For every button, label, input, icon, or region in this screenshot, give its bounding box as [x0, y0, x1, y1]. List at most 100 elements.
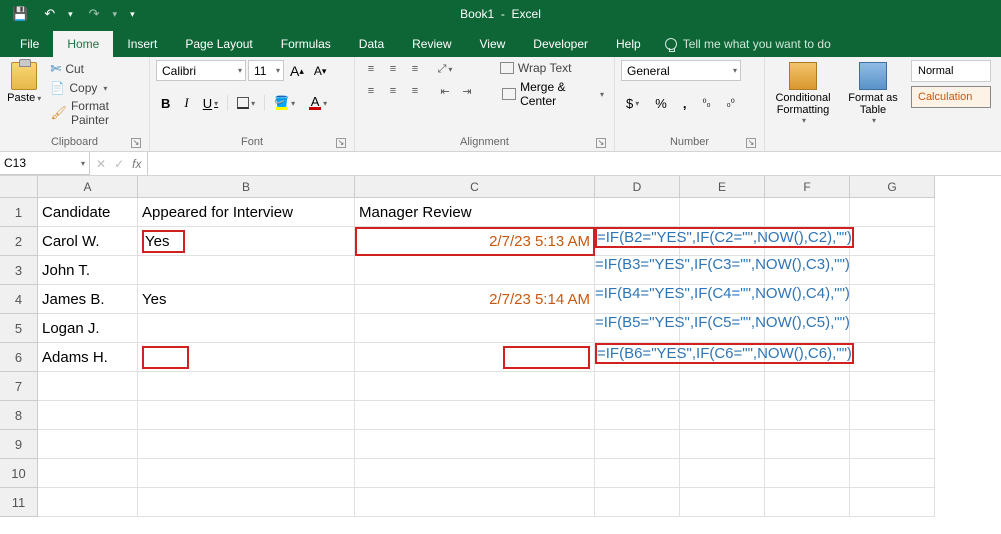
cell-f10[interactable] — [765, 459, 850, 488]
cell-c9[interactable] — [355, 430, 595, 459]
cell-c10[interactable] — [355, 459, 595, 488]
border-button[interactable]: ▾ — [232, 94, 260, 112]
cell-a3[interactable]: John T. — [38, 256, 138, 285]
italic-button[interactable]: I — [179, 92, 193, 114]
bold-button[interactable]: B — [156, 93, 175, 114]
enter-formula-icon[interactable]: ✓ — [114, 157, 124, 171]
worksheet-grid[interactable]: A B C D E F G 1 Candidate Appeared for I… — [0, 176, 1001, 534]
cancel-formula-icon[interactable]: ✕ — [96, 157, 106, 171]
cell-f11[interactable] — [765, 488, 850, 517]
cell-c8[interactable] — [355, 401, 595, 430]
cell-g5[interactable] — [850, 314, 935, 343]
row-header-9[interactable]: 9 — [0, 430, 38, 459]
cell-c7[interactable] — [355, 372, 595, 401]
cell-g6[interactable] — [850, 343, 935, 372]
cell-f9[interactable] — [765, 430, 850, 459]
number-launcher[interactable]: ↘ — [746, 138, 756, 148]
format-as-table-button[interactable]: Format as Table▾ — [841, 60, 905, 125]
undo-menu[interactable]: ▾ — [64, 7, 77, 22]
col-header-f[interactable]: F — [765, 176, 850, 198]
row-header-4[interactable]: 4 — [0, 285, 38, 314]
tell-me-search[interactable]: Tell me what you want to do — [655, 31, 841, 57]
cell-e9[interactable] — [680, 430, 765, 459]
cell-d9[interactable] — [595, 430, 680, 459]
cell-b5[interactable] — [138, 314, 355, 343]
cell-b9[interactable] — [138, 430, 355, 459]
cell-e7[interactable] — [680, 372, 765, 401]
redo-menu[interactable]: ▾ — [109, 7, 122, 22]
cell-f1[interactable] — [765, 198, 850, 227]
font-name-combo[interactable]: Calibri▾ — [156, 60, 246, 81]
row-header-1[interactable]: 1 — [0, 198, 38, 227]
select-all-corner[interactable] — [0, 176, 38, 198]
alignment-launcher[interactable]: ↘ — [596, 138, 606, 148]
cell-c6[interactable] — [355, 343, 595, 372]
align-right-button[interactable]: ≡ — [405, 82, 425, 100]
tab-home[interactable]: Home — [53, 31, 113, 57]
cell-a9[interactable] — [38, 430, 138, 459]
cell-e8[interactable] — [680, 401, 765, 430]
col-header-b[interactable]: B — [138, 176, 355, 198]
align-left-button[interactable]: ≡ — [361, 82, 381, 100]
cell-c11[interactable] — [355, 488, 595, 517]
cell-g7[interactable] — [850, 372, 935, 401]
merge-center-button[interactable]: Merge & Center▾ — [498, 78, 608, 110]
col-header-a[interactable]: A — [38, 176, 138, 198]
fx-icon[interactable]: fx — [132, 157, 141, 171]
cell-d11[interactable] — [595, 488, 680, 517]
col-header-g[interactable]: G — [850, 176, 935, 198]
cell-a4[interactable]: James B. — [38, 285, 138, 314]
cell-a11[interactable] — [38, 488, 138, 517]
tab-review[interactable]: Review — [398, 31, 465, 57]
cell-a10[interactable] — [38, 459, 138, 488]
tab-file[interactable]: File — [6, 31, 53, 57]
increase-indent-button[interactable]: ⇥ — [457, 82, 477, 100]
cell-c4[interactable]: 2/7/23 5:14 AM — [355, 285, 595, 314]
cell-c3[interactable] — [355, 256, 595, 285]
decrease-font-button[interactable]: A▾ — [310, 60, 331, 82]
cell-f8[interactable] — [765, 401, 850, 430]
col-header-e[interactable]: E — [680, 176, 765, 198]
cell-d2[interactable]: =IF(B2="YES",IF(C2="",NOW(),C2),"") — [595, 227, 680, 256]
align-top-button[interactable]: ≡ — [361, 60, 381, 78]
clipboard-launcher[interactable]: ↘ — [131, 138, 141, 148]
row-header-5[interactable]: 5 — [0, 314, 38, 343]
cell-b2[interactable]: Yes — [138, 227, 355, 256]
copy-button[interactable]: 📄Copy▾ — [48, 80, 143, 96]
formula-input[interactable] — [148, 152, 1001, 175]
cell-g9[interactable] — [850, 430, 935, 459]
row-header-7[interactable]: 7 — [0, 372, 38, 401]
cell-e1[interactable] — [680, 198, 765, 227]
cell-b10[interactable] — [138, 459, 355, 488]
cell-d8[interactable] — [595, 401, 680, 430]
col-header-d[interactable]: D — [595, 176, 680, 198]
save-button[interactable]: 💾 — [8, 4, 32, 24]
underline-button[interactable]: U▾ — [198, 93, 223, 114]
cell-a5[interactable]: Logan J. — [38, 314, 138, 343]
redo-button[interactable]: ↷ — [85, 4, 104, 24]
row-header-6[interactable]: 6 — [0, 343, 38, 372]
paste-button[interactable]: Paste▾ — [6, 60, 42, 104]
cell-a2[interactable]: Carol W. — [38, 227, 138, 256]
currency-button[interactable]: $▾ — [621, 93, 644, 114]
cell-e10[interactable] — [680, 459, 765, 488]
cell-b7[interactable] — [138, 372, 355, 401]
tab-page-layout[interactable]: Page Layout — [171, 31, 266, 57]
tab-view[interactable]: View — [466, 31, 520, 57]
align-middle-button[interactable]: ≡ — [383, 60, 403, 78]
cell-g11[interactable] — [850, 488, 935, 517]
cell-style-calculation[interactable]: Calculation — [911, 86, 991, 108]
number-format-combo[interactable]: General▾ — [621, 60, 741, 81]
tab-formulas[interactable]: Formulas — [267, 31, 345, 57]
cell-g10[interactable] — [850, 459, 935, 488]
cell-a1[interactable]: Candidate — [38, 198, 138, 227]
cell-d5[interactable]: =IF(B5="YES",IF(C5="",NOW(),C5),"") — [595, 314, 680, 343]
cell-g1[interactable] — [850, 198, 935, 227]
cell-c5[interactable] — [355, 314, 595, 343]
decrease-indent-button[interactable]: ⇤ — [435, 82, 455, 100]
row-header-8[interactable]: 8 — [0, 401, 38, 430]
cell-b3[interactable] — [138, 256, 355, 285]
tab-help[interactable]: Help — [602, 31, 655, 57]
cell-g2[interactable] — [850, 227, 935, 256]
increase-font-button[interactable]: A▴ — [286, 60, 308, 82]
